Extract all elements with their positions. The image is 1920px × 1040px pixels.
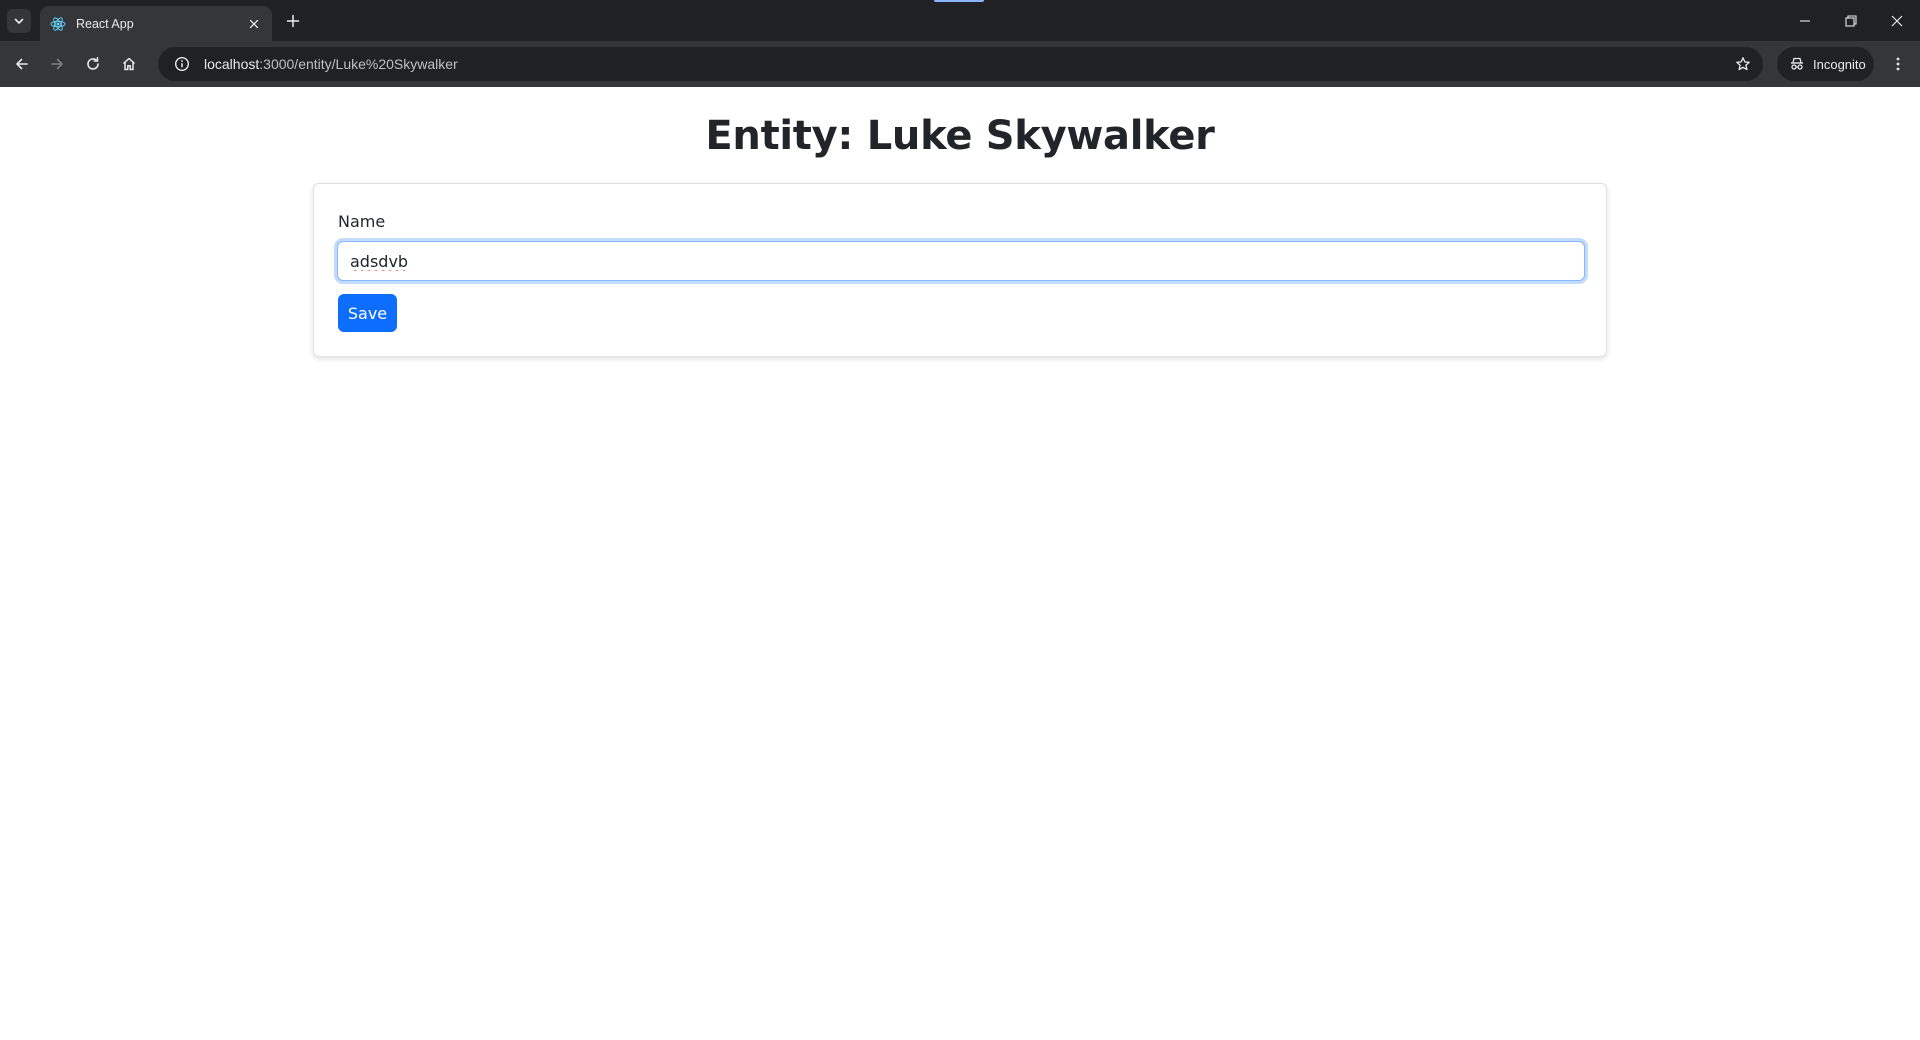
- entity-form-card: Name Save: [313, 183, 1607, 357]
- arrow-right-icon: [51, 58, 63, 70]
- forward-button[interactable]: [43, 50, 71, 78]
- arrow-left-icon: [16, 58, 28, 70]
- reload-button[interactable]: [79, 50, 107, 78]
- tab-title: React App: [76, 16, 134, 31]
- browser-menu-button[interactable]: [1884, 50, 1912, 78]
- plus-icon: [286, 14, 300, 28]
- incognito-label: Incognito: [1813, 56, 1866, 72]
- info-icon: [174, 56, 190, 72]
- reload-icon: [87, 57, 99, 70]
- new-tab-button[interactable]: [281, 9, 305, 33]
- incognito-indicator[interactable]: Incognito: [1777, 47, 1874, 81]
- close-window-button[interactable]: [1874, 0, 1920, 41]
- browser-toolbar: localhost:3000/entity/Luke%20Skywalker I…: [0, 41, 1920, 87]
- minimize-button[interactable]: [1782, 0, 1828, 41]
- react-icon: [50, 16, 66, 32]
- bookmark-button[interactable]: [1723, 47, 1763, 81]
- name-input[interactable]: [337, 241, 1585, 281]
- restore-button[interactable]: [1828, 0, 1874, 41]
- minimize-icon: [1800, 19, 1810, 22]
- browser-tab-bar: React App: [0, 0, 1920, 41]
- kebab-menu-icon: [1896, 57, 1900, 71]
- browser-tab-active[interactable]: React App: [40, 6, 272, 41]
- save-button[interactable]: Save: [338, 294, 397, 332]
- restore-icon: [1845, 14, 1857, 27]
- back-button[interactable]: [8, 50, 36, 78]
- home-icon: [122, 57, 136, 71]
- chevron-down-icon: [14, 18, 24, 24]
- page-title: Entity: Luke Skywalker: [705, 113, 1215, 159]
- close-icon: [249, 19, 259, 28]
- site-info-button[interactable]: [160, 47, 190, 81]
- url-text: localhost:3000/entity/Luke%20Skywalker: [204, 56, 1723, 72]
- url-path: :3000/entity/Luke%20Skywalker: [259, 56, 458, 72]
- tab-close-button[interactable]: [244, 14, 264, 34]
- window-drag-indicator: [934, 0, 984, 2]
- tab-search-button[interactable]: [7, 9, 31, 33]
- close-icon: [1891, 15, 1903, 26]
- home-button[interactable]: [115, 50, 143, 78]
- window-controls: [1782, 0, 1920, 41]
- url-host: localhost: [204, 56, 260, 72]
- star-icon: [1736, 57, 1750, 71]
- page-content: Entity: Luke Skywalker Name Save: [0, 87, 1920, 1040]
- address-bar[interactable]: localhost:3000/entity/Luke%20Skywalker: [158, 47, 1763, 81]
- incognito-icon: [1791, 57, 1803, 70]
- name-label: Name: [338, 212, 386, 231]
